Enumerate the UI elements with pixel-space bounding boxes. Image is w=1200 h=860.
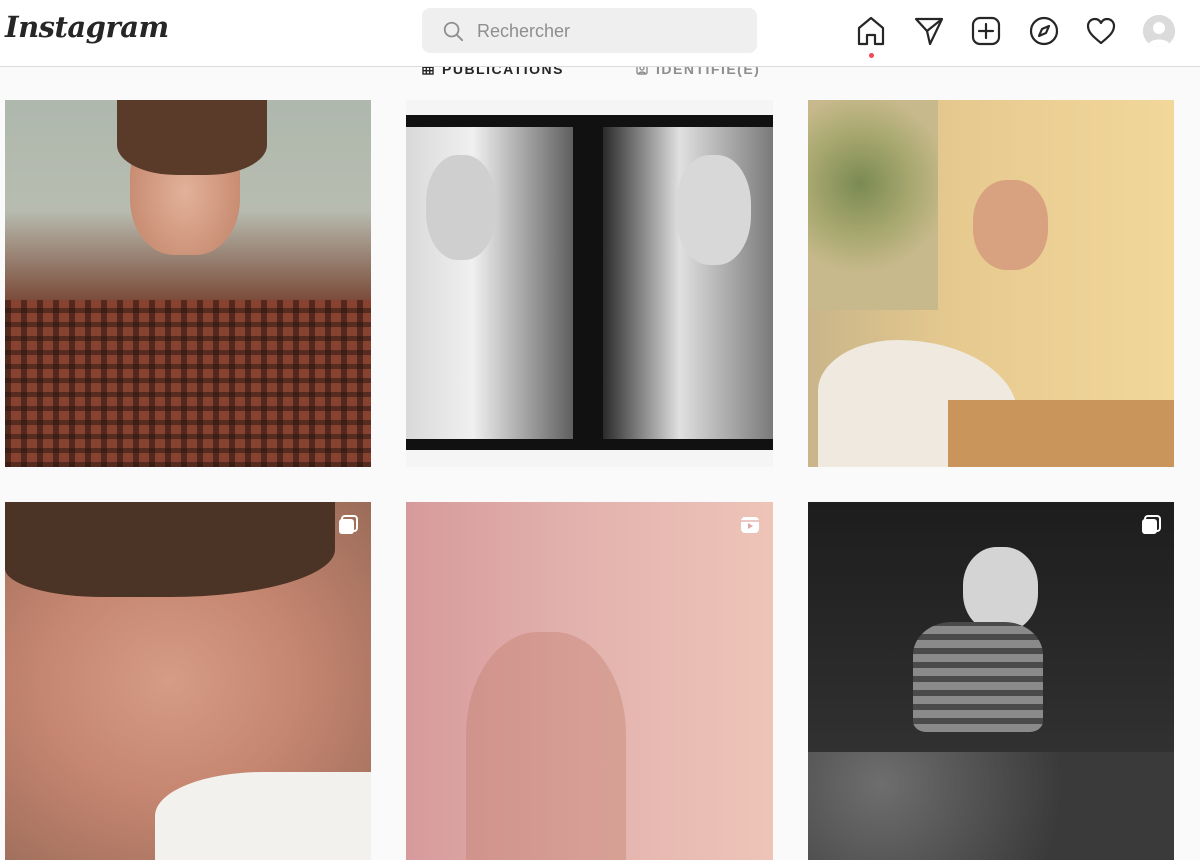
home-icon <box>857 16 885 46</box>
profile-avatar[interactable] <box>1143 15 1175 47</box>
new-post-icon <box>971 16 1001 46</box>
instagram-logo[interactable]: Instagram <box>5 10 169 44</box>
portrait-hair <box>117 100 267 175</box>
post-thumbnail[interactable] <box>808 100 1174 467</box>
floral-wallpaper <box>808 100 938 310</box>
portrait-face <box>676 155 751 265</box>
wooden-table <box>948 400 1174 467</box>
direct-messages-button[interactable] <box>913 15 945 47</box>
carousel-icon <box>1142 515 1161 534</box>
post-thumbnail[interactable] <box>406 100 773 467</box>
post-thumbnail[interactable] <box>5 502 371 860</box>
post-thumbnail[interactable] <box>5 100 371 467</box>
carousel-icon <box>339 515 358 534</box>
reels-icon <box>741 517 759 533</box>
home-notification-dot <box>869 53 874 58</box>
new-post-button[interactable] <box>970 15 1002 47</box>
portrait-face <box>973 180 1048 270</box>
striped-sweater <box>913 622 1043 732</box>
portrait-face <box>426 155 496 260</box>
paper-plane-icon <box>914 17 944 46</box>
search-placeholder[interactable]: Rechercher <box>477 21 570 42</box>
heart-icon <box>1086 17 1116 45</box>
activity-button[interactable] <box>1085 15 1117 47</box>
plaid-blazer <box>5 300 371 467</box>
explore-button[interactable] <box>1028 15 1060 47</box>
leather-sofa <box>808 752 1174 860</box>
white-pillow <box>155 772 371 860</box>
post-thumbnail[interactable] <box>406 502 773 860</box>
compass-icon <box>1029 16 1059 46</box>
blurred-figure <box>466 632 626 860</box>
search-box[interactable]: Rechercher <box>422 8 757 53</box>
top-navigation-bar: Instagram Rechercher <box>0 0 1200 67</box>
search-icon <box>443 21 464 42</box>
portrait-face <box>963 547 1038 632</box>
default-avatar-icon <box>1143 15 1175 47</box>
home-button[interactable] <box>855 15 887 47</box>
portrait-hair <box>5 502 335 597</box>
post-thumbnail[interactable] <box>808 502 1174 860</box>
